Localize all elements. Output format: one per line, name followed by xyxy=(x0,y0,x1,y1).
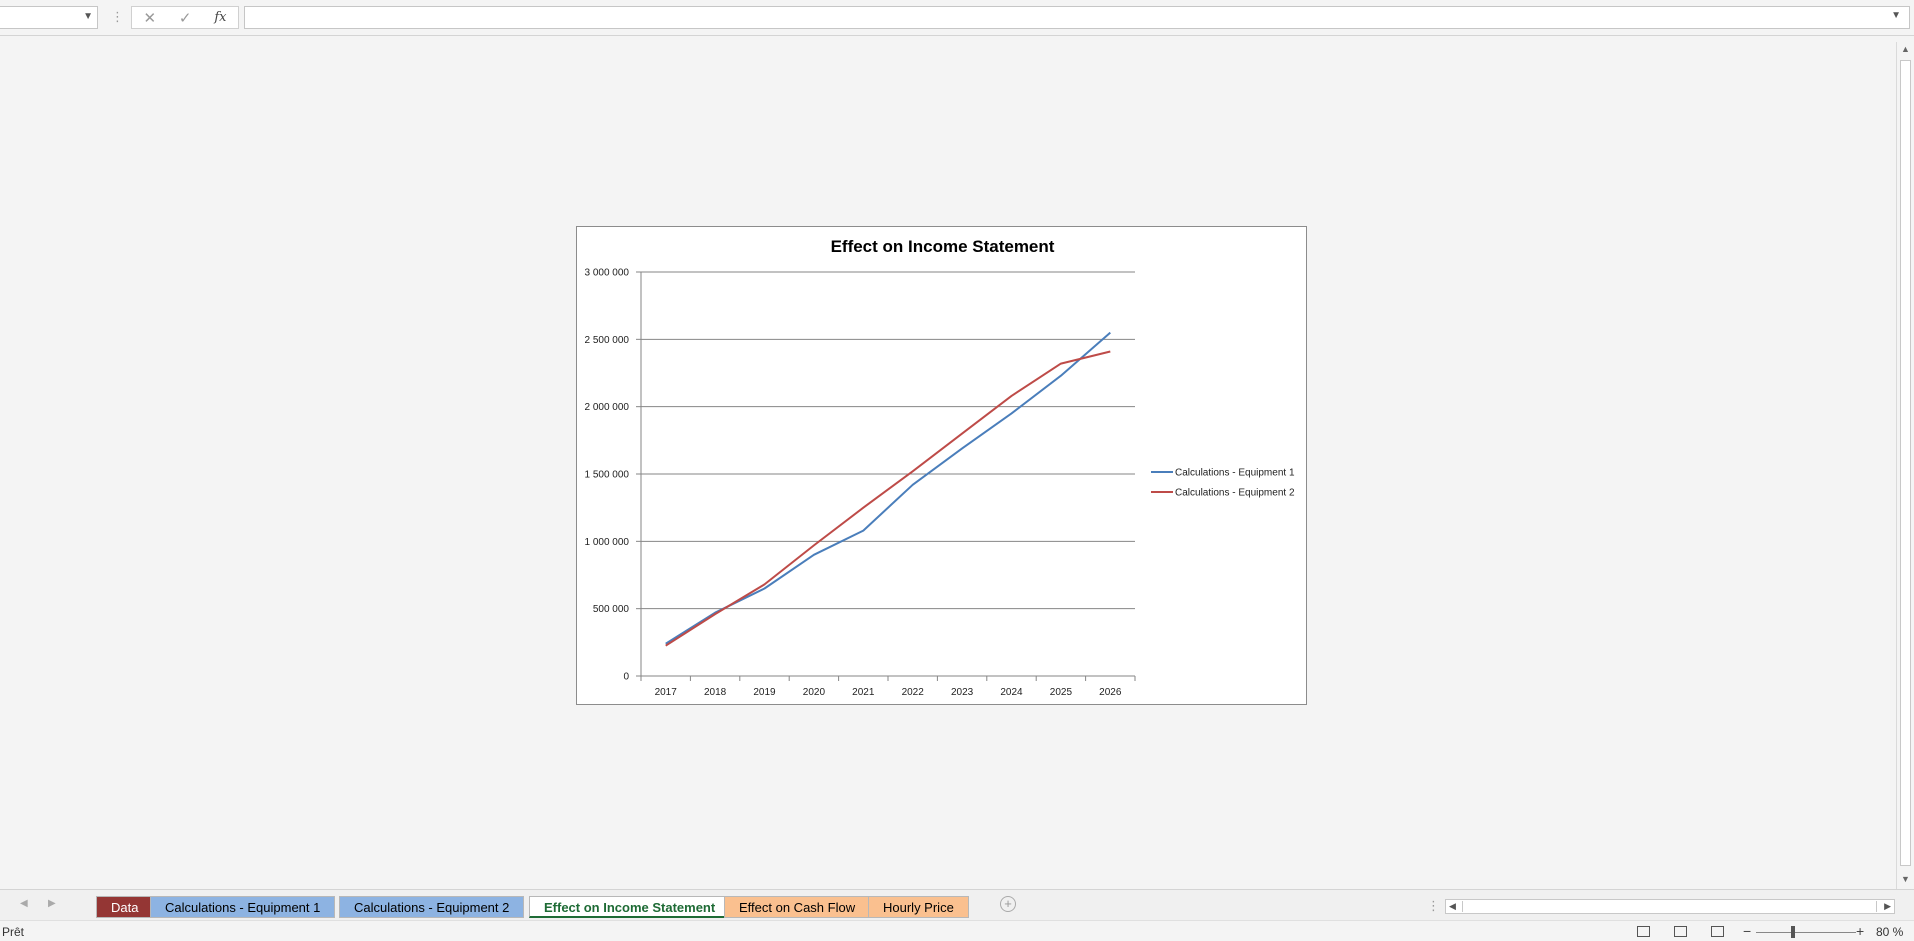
x-tick-label: 2017 xyxy=(655,687,678,698)
formula-bar: ▼ ⋮ ✕ ✓ fx ▼ xyxy=(0,0,1914,36)
formula-buttons: ✕ ✓ fx xyxy=(131,6,239,29)
x-tick-label: 2023 xyxy=(951,687,974,698)
tab-scroll-left-icon[interactable]: ◀ xyxy=(20,898,28,909)
sheet-tabs-bar: ◀ ▶ Data Calculations - Equipment 1 Calcul… xyxy=(0,889,1914,920)
normal-view-icon[interactable] xyxy=(1637,926,1650,937)
insert-function-icon[interactable]: fx xyxy=(214,10,226,25)
formula-input[interactable]: ▼ xyxy=(244,6,1910,29)
page-break-view-icon[interactable] xyxy=(1711,926,1724,937)
series-line-1 xyxy=(665,331,1111,645)
sheet-tab-4[interactable]: Effect on Cash Flow xyxy=(724,896,871,918)
x-tick-label: 2022 xyxy=(902,687,925,698)
formula-bar-separator-icon[interactable]: ⋮ xyxy=(111,9,124,25)
y-tick-label: 0 xyxy=(623,672,629,683)
zoom-slider[interactable] xyxy=(1756,932,1856,933)
horizontal-scrollbar[interactable]: ◀ ▶ xyxy=(1445,899,1895,914)
x-tick-label: 2025 xyxy=(1050,687,1073,698)
series-line-2 xyxy=(665,350,1111,647)
sheet-tab-0[interactable]: Data xyxy=(96,896,154,918)
scroll-down-icon[interactable]: ▼ xyxy=(1901,874,1910,884)
status-bar: Prêt − + 80 % xyxy=(0,920,1914,941)
sheet-tab-5[interactable]: Hourly Price xyxy=(868,896,969,918)
tab-scroll-right-icon[interactable]: ▶ xyxy=(48,898,56,909)
x-tick-label: 2024 xyxy=(1000,687,1023,698)
y-tick-label: 500 000 xyxy=(593,604,630,615)
enter-icon[interactable]: ✓ xyxy=(179,9,192,27)
scroll-right-icon[interactable]: ▶ xyxy=(1884,901,1891,912)
zoom-out-icon[interactable]: − xyxy=(1743,923,1751,939)
vertical-scrollbar[interactable]: ▲ ▼ xyxy=(1896,42,1914,889)
tabs-splitter-icon[interactable]: ⋮ xyxy=(1427,898,1440,914)
x-tick-label: 2021 xyxy=(852,687,875,698)
sheet-tab-1[interactable]: Calculations - Equipment 1 xyxy=(150,896,336,918)
y-tick-label: 1 500 000 xyxy=(585,470,630,481)
y-tick-label: 2 000 000 xyxy=(585,402,630,413)
zoom-level[interactable]: 80 % xyxy=(1876,925,1903,939)
scroll-up-icon[interactable]: ▲ xyxy=(1901,44,1910,54)
sheet-tab-3[interactable]: Effect on Income Statement xyxy=(529,896,731,918)
vertical-scroll-thumb[interactable] xyxy=(1900,60,1911,866)
zoom-slider-thumb[interactable] xyxy=(1791,926,1795,938)
scroll-left-icon[interactable]: ◀ xyxy=(1449,901,1456,912)
y-tick-label: 3 000 000 xyxy=(585,268,630,279)
status-text: Prêt xyxy=(2,925,25,939)
chart-plot: 0 500 000 1 000 000 1 500 000 2 000 000 2 500… xyxy=(585,268,1295,699)
x-tick-label: 2019 xyxy=(753,687,776,698)
y-tick-label: 1 000 000 xyxy=(585,537,630,548)
name-box-dropdown-icon[interactable]: ▼ xyxy=(83,11,93,22)
name-box[interactable]: ▼ xyxy=(0,6,98,29)
add-sheet-icon[interactable]: + xyxy=(1000,896,1016,912)
x-tick-label: 2020 xyxy=(803,687,826,698)
sheet-tab-2[interactable]: Calculations - Equipment 2 xyxy=(339,896,525,918)
legend-label-2: Calculations - Equipment 2 xyxy=(1175,488,1295,499)
page-layout-view-icon[interactable] xyxy=(1674,926,1687,937)
horizontal-scroll-thumb[interactable] xyxy=(1462,901,1877,912)
y-tick-label: 2 500 000 xyxy=(585,335,630,346)
x-tick-label: 2018 xyxy=(704,687,727,698)
chart-object[interactable]: Effect on Income Statement 0 500 000 1 000… xyxy=(576,226,1307,705)
cancel-icon[interactable]: ✕ xyxy=(143,9,156,27)
zoom-in-icon[interactable]: + xyxy=(1856,923,1864,939)
expand-formula-bar-icon[interactable]: ▼ xyxy=(1891,10,1901,21)
legend-label-1: Calculations - Equipment 1 xyxy=(1175,468,1295,479)
x-tick-label: 2026 xyxy=(1099,687,1122,698)
